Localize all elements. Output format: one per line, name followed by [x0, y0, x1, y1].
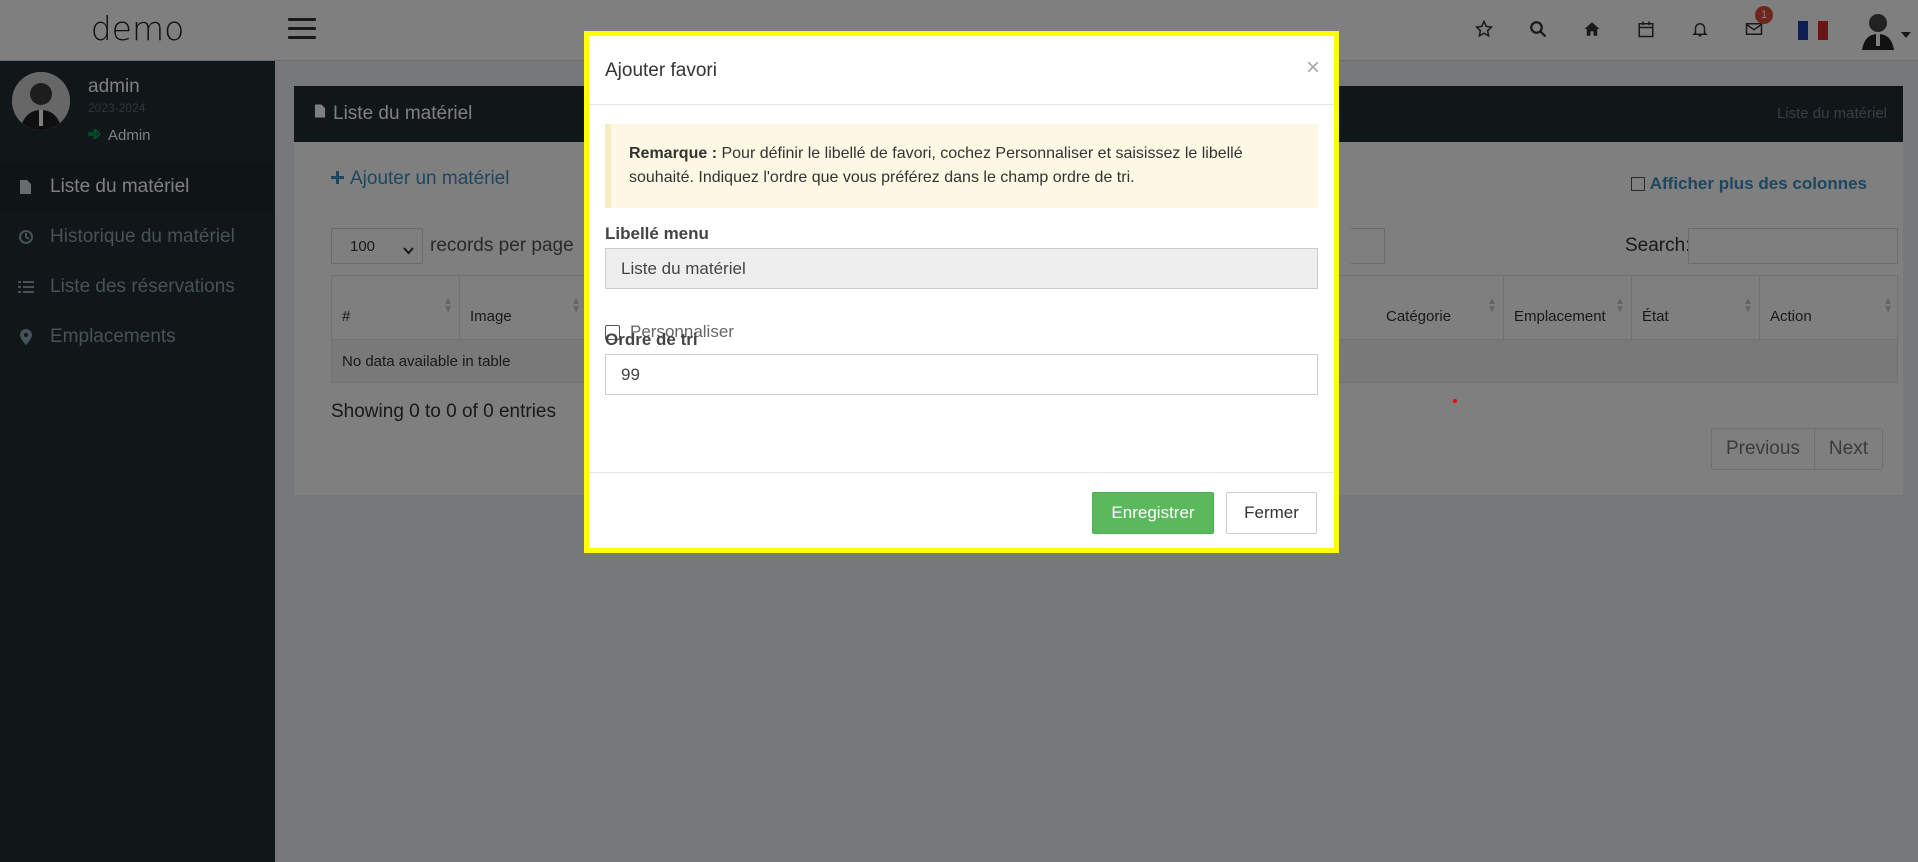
menu-label-value: Liste du matériel [621, 258, 746, 278]
modal-title: Ajouter favori [605, 60, 717, 81]
menu-label: Libellé menu [605, 224, 709, 243]
note-label: Remarque : [629, 145, 718, 162]
close-button[interactable]: Fermer [1226, 492, 1317, 534]
modal-header: Ajouter favori × [589, 36, 1334, 105]
order-value: 99 [621, 364, 640, 384]
save-button[interactable]: Enregistrer [1092, 492, 1214, 534]
order-label: Ordre de tri [605, 330, 698, 349]
close-icon[interactable]: × [1306, 54, 1320, 82]
menu-label-input[interactable]: Liste du matériel [605, 248, 1318, 289]
note-text: Pour définir le libellé de favori, coche… [629, 145, 1243, 186]
add-favorite-modal: Ajouter favori × Remarque : Pour définir… [584, 31, 1339, 553]
cursor-dot [1453, 399, 1457, 403]
order-input[interactable]: 99 [605, 354, 1318, 395]
modal-footer: Enregistrer Fermer [589, 472, 1334, 548]
note-callout: Remarque : Pour définir le libellé de fa… [605, 124, 1318, 208]
